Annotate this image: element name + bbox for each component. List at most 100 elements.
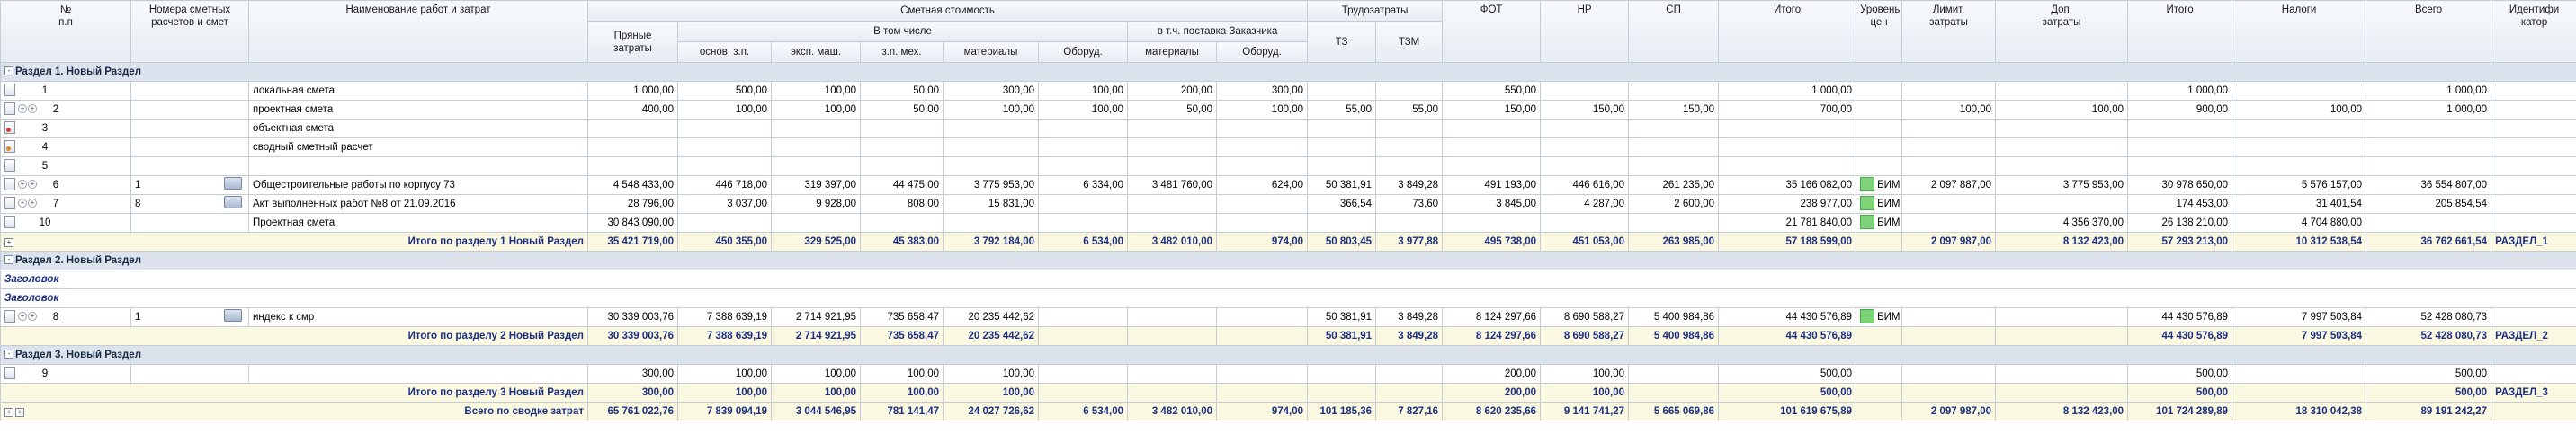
cell-calcnum[interactable]: 1 bbox=[130, 307, 249, 327]
total-row[interactable]: + + Всего по сводке затрат 65 761 022,76 7 8… bbox=[0, 402, 2576, 421]
section-row[interactable]: - Раздел 3. Новый Раздел bbox=[0, 345, 2576, 365]
cell-extra[interactable] bbox=[1995, 307, 2129, 327]
col-header-calcnum[interactable]: Номера сметных расчетов и смет bbox=[130, 0, 249, 63]
cell-zpmeh[interactable] bbox=[860, 156, 944, 176]
cell-itogo[interactable]: 700,00 bbox=[1718, 100, 1857, 120]
cell-itogo[interactable]: 44 430 576,89 bbox=[1718, 326, 1857, 346]
cell-total[interactable]: 500,00 bbox=[2366, 364, 2492, 384]
cell-sp[interactable] bbox=[1628, 81, 1720, 101]
cell-mat[interactable]: 15 831,00 bbox=[943, 194, 1039, 214]
table-row[interactable]: 4 сводный сметный расчет bbox=[0, 137, 2576, 157]
cell-taxes[interactable] bbox=[2232, 156, 2367, 176]
cell-ident[interactable] bbox=[2491, 137, 2576, 157]
cell-total[interactable]: 52 428 080,73 bbox=[2366, 307, 2492, 327]
cell-nr[interactable] bbox=[1540, 156, 1630, 176]
expand-icon[interactable]: + bbox=[28, 312, 37, 322]
cell-name[interactable] bbox=[248, 364, 588, 384]
cell-equip[interactable] bbox=[1038, 364, 1128, 384]
cell-taxes[interactable]: 7 997 503,84 bbox=[2232, 307, 2367, 327]
cell-tz[interactable] bbox=[1307, 119, 1377, 138]
cell-itogo[interactable] bbox=[1718, 119, 1857, 138]
cell-zpmeh[interactable] bbox=[860, 119, 944, 138]
cell-extra[interactable]: 3 775 953,00 bbox=[1995, 175, 2129, 195]
cell-mat[interactable]: 3 775 953,00 bbox=[943, 175, 1039, 195]
cell-mat[interactable] bbox=[943, 156, 1039, 176]
cell-eksp[interactable]: 3 044 546,95 bbox=[771, 402, 861, 421]
cell-eksp[interactable]: 100,00 bbox=[771, 364, 861, 384]
cell-itogo[interactable]: 500,00 bbox=[1718, 364, 1857, 384]
cell-ident[interactable] bbox=[2491, 119, 2576, 138]
cell-name[interactable]: объектная смета bbox=[248, 119, 588, 138]
cell-level[interactable] bbox=[1856, 364, 1903, 384]
cell-level[interactable]: БИМ bbox=[1856, 194, 1903, 214]
cell-fot[interactable]: 8 124 297,66 bbox=[1442, 307, 1542, 327]
document-icon[interactable] bbox=[224, 176, 242, 190]
cell-direct[interactable]: 4 548 433,00 bbox=[587, 175, 678, 195]
cell-name[interactable]: проектная смета bbox=[248, 100, 588, 120]
cell-name[interactable]: Акт выполненных работ №8 от 21.09.2016 bbox=[248, 194, 588, 214]
cell-direct[interactable]: 35 421 719,00 bbox=[587, 232, 678, 252]
expand-toggle-icon[interactable]: + bbox=[4, 237, 13, 247]
cell-sp[interactable]: 5 665 069,86 bbox=[1628, 402, 1720, 421]
cell-itogo2[interactable] bbox=[2127, 156, 2233, 176]
cell-taxes[interactable]: 100,00 bbox=[2232, 100, 2367, 120]
cell-calcnum[interactable] bbox=[130, 100, 249, 120]
cell-direct[interactable]: 30 339 003,76 bbox=[587, 326, 678, 346]
cell-taxes[interactable]: 7 997 503,84 bbox=[2232, 326, 2367, 346]
cell-num[interactable]: 4 bbox=[0, 137, 131, 157]
col-header-num[interactable]: № п.п bbox=[0, 0, 131, 63]
cell-tzm[interactable]: 7 827,16 bbox=[1375, 402, 1444, 421]
cell-equip[interactable]: 6 534,00 bbox=[1038, 232, 1128, 252]
cell-itogo2[interactable]: 500,00 bbox=[2127, 383, 2233, 403]
cell-tz[interactable]: 55,00 bbox=[1307, 100, 1377, 120]
cell-fot[interactable]: 200,00 bbox=[1442, 383, 1542, 403]
cell-osn[interactable]: 450 355,00 bbox=[677, 232, 772, 252]
col-header-zpmeh[interactable]: з.п. мех. bbox=[860, 41, 944, 63]
col-header-eksp[interactable]: эксп. маш. bbox=[771, 41, 861, 63]
cell-limit[interactable] bbox=[1901, 383, 1997, 403]
cell-level[interactable] bbox=[1856, 81, 1903, 101]
cell-total[interactable]: 36 554 807,00 bbox=[2366, 175, 2492, 195]
cell-osn[interactable]: 7 388 639,19 bbox=[677, 307, 772, 327]
heading-row[interactable]: Заголовок bbox=[0, 288, 2576, 308]
cell-zpmeh[interactable] bbox=[860, 213, 944, 233]
cell-mat[interactable] bbox=[943, 213, 1039, 233]
col-header-extra[interactable]: Доп. затраты bbox=[1995, 0, 2129, 63]
cell-name[interactable] bbox=[248, 156, 588, 176]
cell-mat[interactable]: 20 235 442,62 bbox=[943, 307, 1039, 327]
col-header-itogo2[interactable]: Итого bbox=[2127, 0, 2233, 63]
cell-nr[interactable] bbox=[1540, 213, 1630, 233]
cell-ident[interactable] bbox=[2491, 156, 2576, 176]
cell-nr[interactable]: 9 141 741,27 bbox=[1540, 402, 1630, 421]
cell-num[interactable]: + +6 bbox=[0, 175, 131, 195]
cell-itogo2[interactable] bbox=[2127, 137, 2233, 157]
expand-icon[interactable]: + bbox=[18, 199, 27, 208]
cell-sp[interactable]: 261 235,00 bbox=[1628, 175, 1720, 195]
cell-ident[interactable] bbox=[2491, 100, 2576, 120]
cell-itogo2[interactable]: 174 453,00 bbox=[2127, 194, 2233, 214]
expand-toggle-icon[interactable]: + bbox=[4, 407, 13, 417]
cell-direct[interactable]: 65 761 022,76 bbox=[587, 402, 678, 421]
cell-taxes[interactable]: 18 310 042,38 bbox=[2232, 402, 2367, 421]
cell-taxes[interactable] bbox=[2232, 119, 2367, 138]
cell-total[interactable]: 1 000,00 bbox=[2366, 81, 2492, 101]
cell-level[interactable]: БИМ bbox=[1856, 307, 1903, 327]
cell-mat[interactable]: 3 792 184,00 bbox=[943, 232, 1039, 252]
cell-fot[interactable]: 495 738,00 bbox=[1442, 232, 1542, 252]
cell-osn[interactable]: 7 388 639,19 bbox=[677, 326, 772, 346]
cell-osn[interactable]: 446 718,00 bbox=[677, 175, 772, 195]
cell-calcnum[interactable]: 1 bbox=[130, 175, 249, 195]
col-header-name[interactable]: Наименование работ и затрат bbox=[248, 0, 588, 63]
cell-num[interactable]: 3 bbox=[0, 119, 131, 138]
cell-num[interactable]: + +2 bbox=[0, 100, 131, 120]
cell-limit[interactable] bbox=[1901, 307, 1997, 327]
cell-equip2[interactable] bbox=[1215, 156, 1309, 176]
cell-tzm[interactable]: 3 849,28 bbox=[1375, 175, 1444, 195]
col-header-limit[interactable]: Лимит. затраты bbox=[1901, 0, 1997, 63]
cell-tzm[interactable] bbox=[1375, 213, 1444, 233]
cell-tzm[interactable]: 3 977,88 bbox=[1375, 232, 1444, 252]
cell-num[interactable]: + +7 bbox=[0, 194, 131, 214]
cell-extra[interactable] bbox=[1995, 383, 2129, 403]
cell-mat2[interactable]: 3 481 760,00 bbox=[1127, 175, 1217, 195]
cell-osn[interactable]: 500,00 bbox=[677, 81, 772, 101]
